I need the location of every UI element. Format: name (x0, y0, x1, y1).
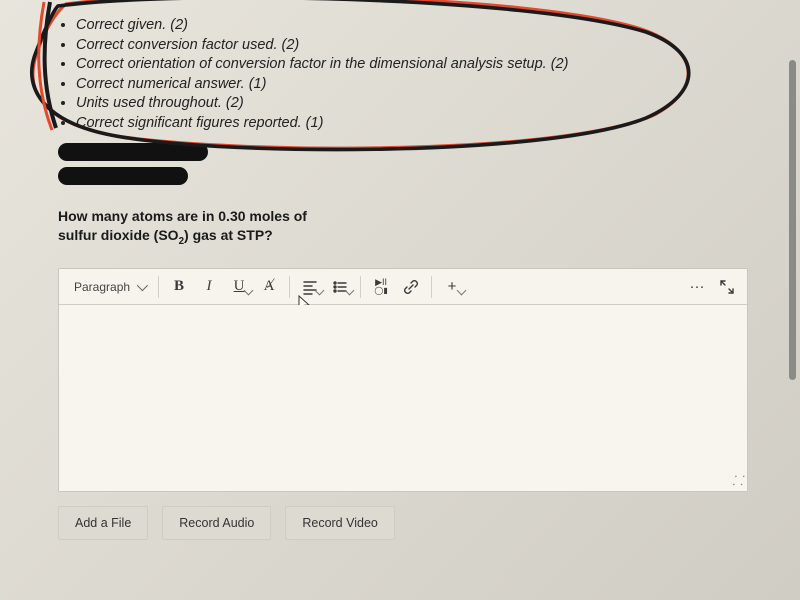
underline-button[interactable]: U (225, 273, 253, 301)
rubric-item: Correct numerical answer. (1) (76, 75, 732, 95)
redacted-line (58, 143, 208, 161)
add-file-button[interactable]: Add a File (58, 506, 148, 540)
align-left-icon (302, 279, 318, 295)
editor-toolbar: Paragraph B I U A ⁄ (59, 269, 747, 305)
rubric-list: Correct given. (2) Correct conversion fa… (58, 16, 732, 133)
list-button[interactable] (326, 273, 354, 301)
rubric-item: Correct conversion factor used. (2) (76, 36, 732, 56)
insert-link-button[interactable] (397, 273, 425, 301)
bold-button[interactable]: B (165, 273, 193, 301)
redacted-line (58, 167, 188, 185)
separator (431, 276, 432, 298)
align-button[interactable] (296, 273, 324, 301)
rubric-item: Units used throughout. (2) (76, 94, 732, 114)
question-line2-prefix: sulfur dioxide (SO (58, 227, 179, 243)
media-icon-bottom: ◯▮ (374, 287, 387, 295)
link-icon (403, 279, 419, 295)
clear-format-slash-icon: ⁄ (270, 276, 273, 293)
question-line2-suffix: ) gas at STP? (184, 227, 273, 243)
page-scrollbar[interactable] (787, 0, 796, 600)
question-text: How many atoms are in 0.30 moles of sulf… (58, 207, 358, 248)
record-audio-button[interactable]: Record Audio (162, 506, 271, 540)
rubric-item: Correct orientation of conversion factor… (76, 55, 732, 75)
rubric-item: Correct significant figures reported. (1… (76, 114, 732, 134)
editor-textarea[interactable]: ⸬ (59, 305, 747, 491)
paragraph-style-select[interactable]: Paragraph (65, 276, 152, 298)
insert-media-button[interactable]: ▶II ◯▮ (367, 273, 395, 301)
insert-more-button[interactable]: + (438, 273, 466, 301)
clear-formatting-button[interactable]: A ⁄ (255, 273, 283, 301)
scrollbar-thumb[interactable] (789, 60, 796, 380)
chevron-down-icon (137, 280, 148, 291)
fullscreen-icon (719, 279, 735, 295)
separator (360, 276, 361, 298)
redacted-block (58, 143, 732, 185)
fullscreen-button[interactable] (713, 273, 741, 301)
rich-text-editor: Paragraph B I U A ⁄ (58, 268, 748, 492)
separator (289, 276, 290, 298)
more-options-button[interactable]: ··· (683, 273, 711, 301)
separator (158, 276, 159, 298)
attachment-row: Add a File Record Audio Record Video (58, 506, 732, 540)
italic-button[interactable]: I (195, 273, 223, 301)
bullet-list-icon (332, 279, 348, 295)
paragraph-style-label: Paragraph (74, 280, 130, 294)
record-video-button[interactable]: Record Video (285, 506, 395, 540)
resize-handle[interactable]: ⸬ (732, 471, 743, 489)
rubric-item: Correct given. (2) (76, 16, 732, 36)
question-line1: How many atoms are in 0.30 moles of (58, 208, 307, 224)
